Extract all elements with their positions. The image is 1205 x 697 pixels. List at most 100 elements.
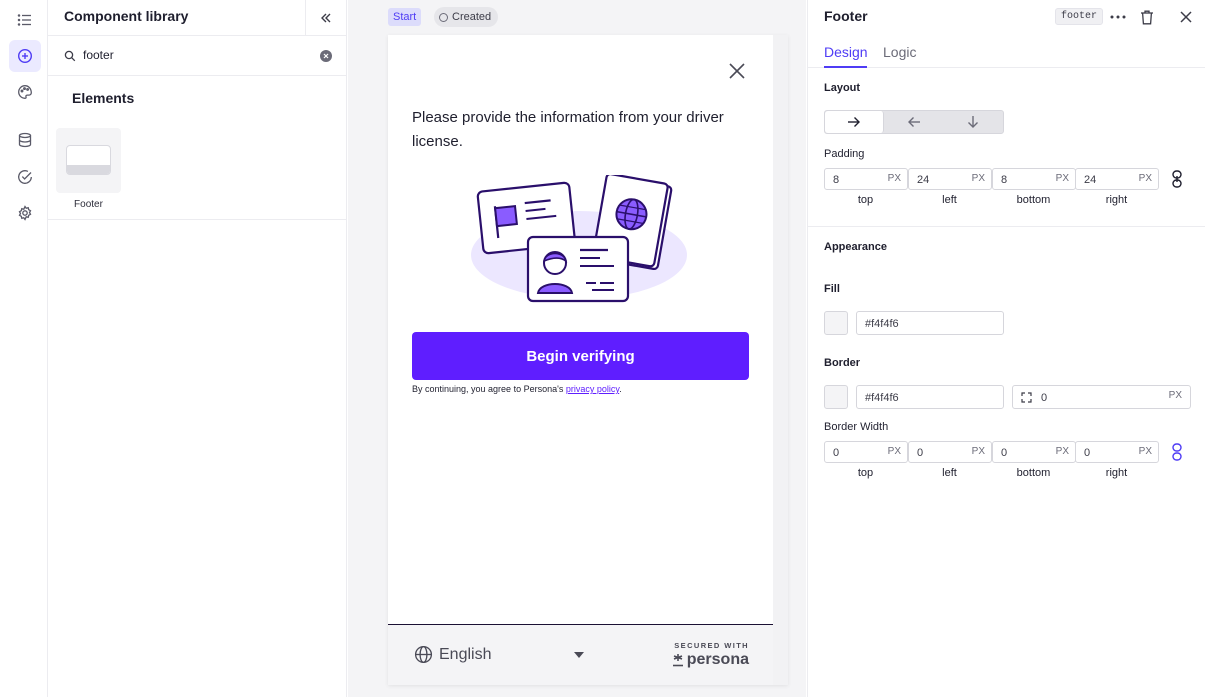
border-width-right-value: 0: [1084, 447, 1091, 459]
gear-icon[interactable]: [9, 197, 41, 229]
chevron-down-icon[interactable]: [574, 652, 584, 658]
padding-bottom-unit: PX: [1055, 173, 1069, 184]
properties-title: Footer: [824, 8, 868, 24]
created-badge[interactable]: Created: [434, 7, 499, 27]
privacy-policy-link[interactable]: privacy policy: [566, 384, 619, 394]
globe-icon: [414, 645, 433, 664]
border-width-top-field[interactable]: 0 PX: [824, 441, 908, 463]
padding-top-unit: PX: [887, 173, 901, 184]
arrow-right-icon: [848, 117, 860, 127]
fill-label: Fill: [824, 283, 840, 295]
padding-left-caption: left: [942, 194, 957, 206]
border-color-value: #f4f4f6: [865, 392, 899, 404]
add-circle-icon[interactable]: [9, 40, 41, 72]
border-width-bottom-value: 0: [1001, 447, 1008, 459]
border-width-left-unit: PX: [971, 446, 985, 457]
direction-right-button[interactable]: [825, 111, 884, 133]
border-width-left-value: 0: [917, 447, 924, 459]
appearance-label: Appearance: [824, 241, 887, 253]
direction-down-button[interactable]: [943, 111, 1002, 133]
fill-color-field[interactable]: #f4f4f6: [856, 311, 1004, 335]
search-input[interactable]: [83, 44, 303, 66]
padding-bottom-caption: bottom: [1016, 194, 1051, 206]
padding-top-caption: top: [857, 194, 874, 206]
border-width-top-value: 0: [833, 447, 840, 459]
created-label: Created: [452, 11, 492, 23]
border-color-swatch[interactable]: [824, 385, 848, 409]
persona-mark-icon: [672, 654, 683, 667]
border-color-field[interactable]: #f4f4f6: [856, 385, 1004, 409]
persona-wordmark: persona: [686, 651, 749, 668]
padding-right-value: 24: [1084, 174, 1097, 186]
secured-caption: SECURED WITH: [674, 641, 749, 650]
privacy-notice: By continuing, you agree to Persona's pr…: [412, 384, 622, 394]
properties-panel: Footer footer Design Logic Layout Paddin…: [807, 0, 1205, 697]
tab-design[interactable]: Design: [824, 44, 868, 60]
start-badge[interactable]: Start: [388, 8, 422, 26]
border-width-left-field[interactable]: 0 PX: [908, 441, 992, 463]
border-radius-unit: PX: [1168, 390, 1182, 401]
collapse-panel-button[interactable]: [305, 0, 346, 35]
link-icon[interactable]: [1170, 170, 1184, 188]
palette-icon[interactable]: [9, 76, 41, 108]
footer-component-tile[interactable]: [56, 128, 121, 193]
divider: [808, 226, 1205, 227]
status-circle-icon: [439, 12, 448, 22]
border-width-label: Border Width: [824, 421, 889, 433]
scrollbar[interactable]: [773, 35, 788, 685]
database-icon[interactable]: [9, 124, 41, 156]
divider: [48, 219, 347, 220]
padding-left-field[interactable]: 24 PX: [908, 168, 992, 190]
direction-left-button[interactable]: [884, 111, 943, 133]
screen-prompt: Please provide the information from your…: [412, 109, 724, 150]
arrow-down-icon: [967, 116, 978, 128]
library-header: Component library: [48, 0, 346, 36]
padding-label: Padding: [824, 148, 865, 160]
border-width-right-field[interactable]: 0 PX: [1075, 441, 1159, 463]
border-width-bottom-field[interactable]: 0 PX: [992, 441, 1076, 463]
screen-footer[interactable]: English SECURED WITH persona: [388, 624, 773, 685]
border-width-top-caption: top: [857, 467, 874, 479]
padding-right-field[interactable]: 24 PX: [1075, 168, 1159, 190]
privacy-notice-text: By continuing, you agree to Persona's: [412, 384, 566, 394]
privacy-notice-suffix: .: [619, 384, 622, 394]
secured-with-persona: SECURED WITH persona: [672, 641, 749, 669]
padding-left-value: 24: [917, 174, 930, 186]
padding-top-field[interactable]: 8 PX: [824, 168, 908, 190]
component-library-panel: Component library Elements Footer: [48, 0, 347, 697]
border-label: Border: [824, 357, 861, 369]
check-circle-icon[interactable]: [9, 161, 41, 193]
border-radius-field[interactable]: 0 PX: [1012, 385, 1191, 409]
footer-component-label: Footer: [74, 199, 103, 210]
list-icon[interactable]: [9, 4, 41, 36]
library-title: Component library: [64, 8, 189, 24]
border-width-left-caption: left: [942, 467, 957, 479]
driver-license-illustration: [471, 175, 687, 303]
padding-bottom-field[interactable]: 8 PX: [992, 168, 1076, 190]
padding-right-unit: PX: [1138, 173, 1152, 184]
close-panel-icon[interactable]: [1177, 8, 1195, 26]
corner-radius-icon: [1021, 392, 1032, 403]
trash-icon[interactable]: [1138, 8, 1156, 26]
begin-verifying-button[interactable]: Begin verifying: [412, 332, 749, 380]
padding-left-unit: PX: [971, 173, 985, 184]
layout-label: Layout: [824, 82, 861, 94]
tab-logic[interactable]: Logic: [883, 44, 916, 60]
close-icon[interactable]: [728, 62, 746, 80]
persona-logo: persona: [672, 651, 749, 669]
more-options-icon[interactable]: [1109, 8, 1127, 26]
fill-color-swatch[interactable]: [824, 311, 848, 335]
library-search: [48, 36, 346, 76]
link-icon[interactable]: [1170, 443, 1184, 461]
language-selector[interactable]: English: [414, 645, 491, 664]
icon-rail: [0, 0, 48, 697]
search-icon: [64, 50, 76, 62]
border-radius-value: 0: [1041, 392, 1048, 404]
fill-color-value: #f4f4f6: [865, 318, 899, 330]
screen-preview: Please provide the information from your…: [388, 35, 788, 685]
clear-search-icon[interactable]: [320, 50, 332, 62]
footer-component-thumbnail: [66, 145, 111, 175]
border-width-right-caption: right: [1105, 467, 1128, 479]
language-label: English: [439, 645, 492, 663]
padding-top-value: 8: [833, 174, 840, 186]
